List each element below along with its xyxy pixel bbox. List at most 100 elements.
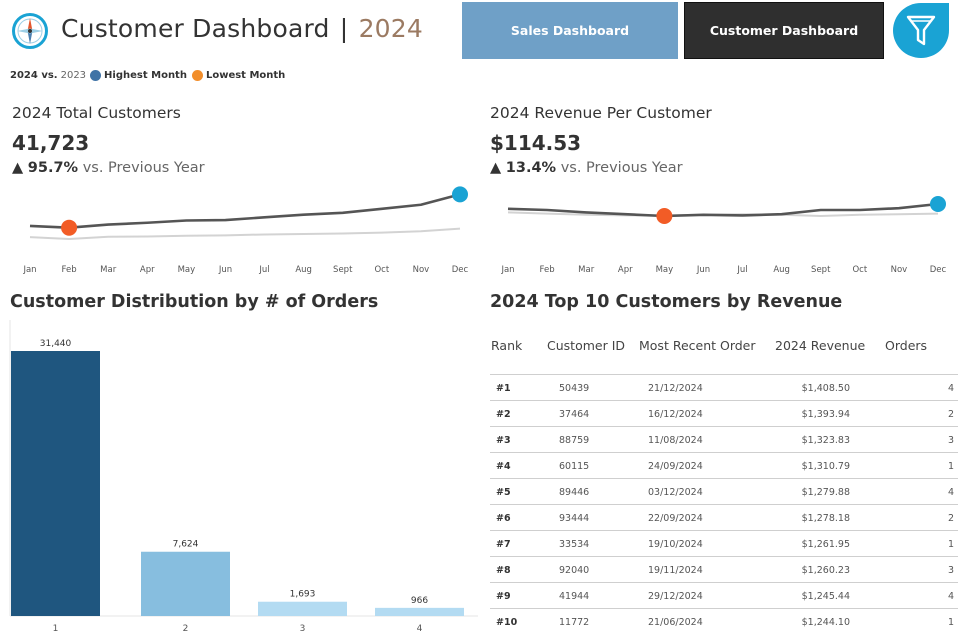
- title-separator: |: [339, 14, 349, 43]
- month-tick-label: May: [178, 265, 196, 275]
- orders-cell: 2: [947, 513, 954, 524]
- orders-cell: 1: [947, 617, 954, 628]
- compass-icon: [12, 13, 48, 49]
- month-tick-label: Jan: [22, 265, 36, 275]
- bar-value-label: 31,440: [40, 339, 72, 349]
- revenue-per-customer-label: 2024 Revenue Per Customer: [490, 104, 712, 122]
- month-tick-label: Jan: [500, 265, 514, 275]
- revenue-cell: $1,244.10: [801, 617, 850, 628]
- revenue-per-customer-change-pct: 13.4%: [505, 160, 557, 176]
- month-tick-label: Aug: [295, 265, 312, 275]
- customer-id-cell: 50439: [559, 383, 590, 394]
- table-row[interactable]: #10 11772 21/06/2024 $1,244.10 1: [490, 608, 958, 634]
- page-title-text: Customer Dashboard: [61, 14, 330, 43]
- total-customers-change-text: vs. Previous Year: [82, 160, 205, 176]
- date-cell: 21/06/2024: [648, 617, 703, 628]
- lowest-month-marker[interactable]: [656, 208, 673, 224]
- month-tick-label: Mar: [578, 265, 595, 275]
- date-cell: 19/11/2024: [648, 565, 703, 576]
- revenue-cell: $1,261.95: [801, 539, 850, 550]
- rank-cell: #4: [496, 461, 511, 472]
- bar-category-label: 3: [300, 624, 306, 634]
- month-tick-label: Aug: [773, 265, 790, 275]
- customer-id-cell: 37464: [559, 409, 590, 420]
- orders-cell: 2: [947, 409, 954, 420]
- customer-id-cell: 89446: [559, 487, 590, 498]
- rank-cell: #9: [496, 591, 511, 602]
- month-tick-label: Mar: [100, 265, 117, 275]
- column-header-orders: Orders: [885, 338, 928, 353]
- month-tick-label: Dec: [452, 265, 469, 275]
- total-customers-label: 2024 Total Customers: [12, 104, 181, 122]
- revenue-per-customer-change: ▲ 13.4% vs. Previous Year: [490, 160, 683, 176]
- month-tick-label: Apr: [140, 265, 155, 275]
- table-row[interactable]: #5 89446 03/12/2024 $1,279.88 4: [490, 478, 958, 504]
- table-body: #1 50439 21/12/2024 $1,408.50 4 #2 37464 16/12…: [490, 374, 958, 634]
- legend-previous-year: 2023: [60, 70, 87, 81]
- revenue-cell: $1,278.18: [801, 513, 850, 524]
- revenue-cell: $1,260.23: [801, 565, 850, 576]
- table-row[interactable]: #3 88759 11/08/2024 $1,323.83 3: [490, 426, 958, 452]
- top10-title: 2024 Top 10 Customers by Revenue: [490, 292, 843, 312]
- filter-icon: [906, 15, 936, 45]
- month-tick-label: May: [656, 265, 674, 275]
- month-tick-label: Nov: [413, 265, 430, 275]
- month-tick-label: Jul: [258, 265, 269, 275]
- lowest-month-marker[interactable]: [61, 219, 78, 236]
- table-row[interactable]: #8 92040 19/11/2024 $1,260.23 3: [490, 556, 958, 582]
- up-arrow-icon: ▲: [12, 160, 24, 176]
- date-cell: 24/09/2024: [648, 461, 703, 472]
- rank-cell: #10: [496, 617, 518, 628]
- table-row[interactable]: #2 37464 16/12/2024 $1,393.94 2: [490, 400, 958, 426]
- bar-orders-2[interactable]: [141, 551, 230, 616]
- bar-category-label: 1: [53, 624, 59, 634]
- month-tick-label: Jun: [696, 265, 710, 275]
- title-year: 2024: [358, 14, 423, 43]
- distribution-title: Customer Distribution by # of Orders: [10, 292, 379, 312]
- table-row[interactable]: #9 41944 29/12/2024 $1,245.44 4: [490, 582, 958, 608]
- bar-category-label: 4: [417, 624, 423, 634]
- up-arrow-icon: ▲: [490, 160, 502, 176]
- customer-id-cell: 93444: [559, 513, 590, 524]
- rank-cell: #8: [496, 565, 511, 576]
- month-tick-label: Jun: [218, 265, 232, 275]
- legend-current-year: 2024 vs.: [10, 70, 58, 81]
- table-row[interactable]: #7 33534 19/10/2024 $1,261.95 1: [490, 530, 958, 556]
- bar-category-label: 2: [183, 624, 189, 634]
- month-tick-label: Sept: [333, 265, 353, 275]
- table-row[interactable]: #1 50439 21/12/2024 $1,408.50 4: [490, 374, 958, 400]
- customer-dashboard-button[interactable]: Customer Dashboard: [684, 2, 884, 59]
- bar-value-label: 1,693: [290, 590, 316, 600]
- filter-button[interactable]: [893, 3, 949, 58]
- sales-dashboard-button[interactable]: Sales Dashboard: [462, 2, 678, 59]
- date-cell: 03/12/2024: [648, 487, 703, 498]
- date-cell: 11/08/2024: [648, 435, 703, 446]
- total-customers-value: 41,723: [12, 131, 90, 155]
- month-tick-label: Feb: [540, 265, 555, 275]
- date-cell: 16/12/2024: [648, 409, 703, 420]
- month-tick-label: Dec: [930, 265, 947, 275]
- highest-month-marker[interactable]: [452, 186, 468, 203]
- chart-legend: 2024 vs. 2023 Highest Month Lowest Month: [10, 70, 285, 81]
- customer-id-cell: 11772: [559, 617, 590, 628]
- page-title: Customer Dashboard | 2024: [61, 14, 423, 43]
- bar-orders-1[interactable]: [11, 351, 100, 616]
- table-row[interactable]: #6 93444 22/09/2024 $1,278.18 2: [490, 504, 958, 530]
- customer-id-cell: 33534: [559, 539, 590, 550]
- column-header-most-recent-order: Most Recent Order: [639, 338, 756, 353]
- table-row[interactable]: #4 60115 24/09/2024 $1,310.79 1: [490, 452, 958, 478]
- highest-month-marker[interactable]: [930, 196, 946, 212]
- customer-id-cell: 41944: [559, 591, 590, 602]
- revenue-per-customer-value: $114.53: [490, 131, 582, 155]
- month-tick-label: Apr: [618, 265, 633, 275]
- orders-cell: 4: [947, 591, 954, 602]
- bar-orders-3[interactable]: [258, 601, 347, 616]
- customers-sparkline: Jan Feb Mar Apr May Jun Jul Aug Sept Oct Nov Dec: [22, 186, 469, 275]
- month-tick-label: Jul: [736, 265, 747, 275]
- column-header-customer-id: Customer ID: [547, 338, 626, 353]
- bar-orders-4[interactable]: [375, 607, 464, 616]
- previous-year-line: [29, 227, 461, 240]
- revenue-cell: $1,279.88: [801, 487, 850, 498]
- legend-highest-label: Highest Month: [104, 70, 187, 81]
- revenue-cell: $1,245.44: [801, 591, 850, 602]
